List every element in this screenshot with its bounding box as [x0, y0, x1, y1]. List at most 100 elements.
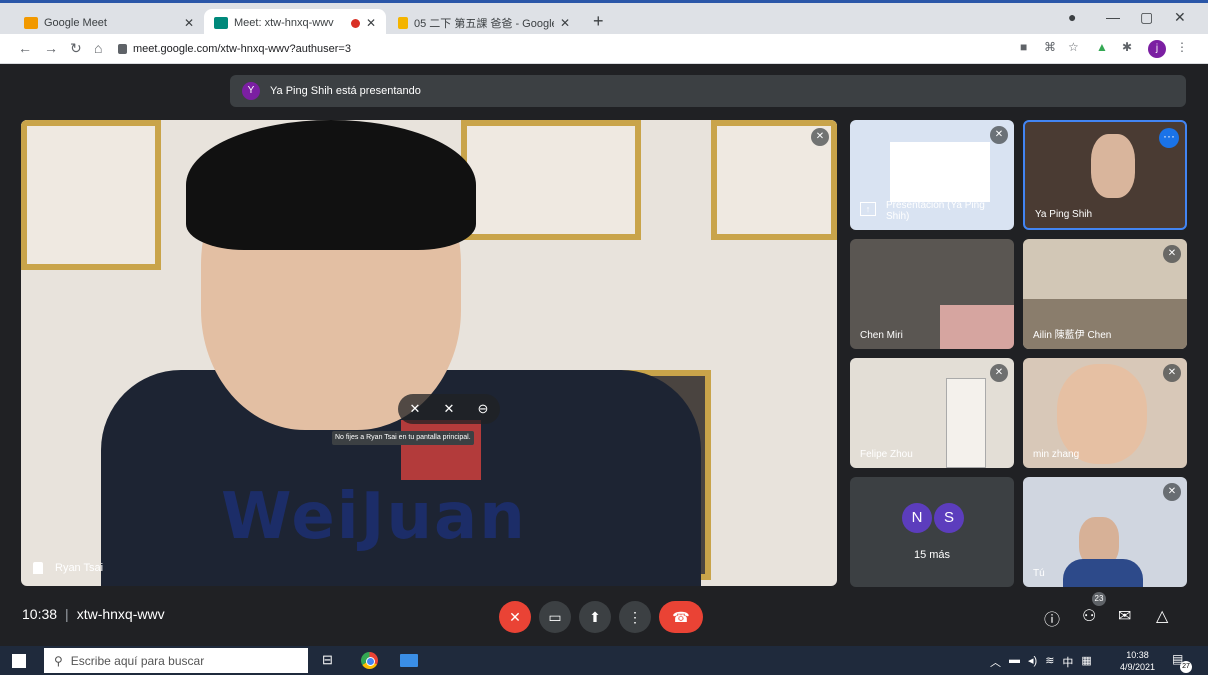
- more-options-button[interactable]: ⋮: [619, 601, 651, 633]
- taskbar-search-box[interactable]: ⚲ Escribe aquí para buscar: [44, 648, 308, 673]
- participant-avatar: N: [902, 503, 932, 533]
- bookmark-star-icon[interactable]: ☆: [1068, 40, 1079, 54]
- main-video-tile[interactable]: WeiJuan ✕ ✕ ✕ ⊖ No fijes a Ryan Tsai en …: [21, 120, 837, 586]
- tile-self-view[interactable]: ✕ Tú: [1023, 477, 1187, 587]
- people-icon[interactable]: ⚇: [1082, 606, 1096, 626]
- participant-face: [1091, 134, 1135, 198]
- close-tab-icon[interactable]: ✕: [366, 16, 376, 30]
- tab-label: 05 二下 第五課 爸爸 - Google Jam: [414, 18, 554, 30]
- unpin-tooltip: No fijes a Ryan Tsai en tu pantalla prin…: [332, 431, 474, 445]
- ime-indicator[interactable]: 中: [1062, 654, 1073, 670]
- unpin-icon[interactable]: ✕: [410, 401, 421, 417]
- meeting-info-icon[interactable]: ⓘ: [1044, 606, 1060, 630]
- close-tab-icon[interactable]: ✕: [184, 16, 194, 30]
- meeting-code: xtw-hnxq-wwv: [76, 606, 165, 622]
- notification-count-badge: 27: [1180, 661, 1192, 673]
- jamboard-favicon-icon: [398, 17, 408, 29]
- tile-name: Chen Miri: [860, 330, 903, 341]
- background-door: [946, 378, 986, 468]
- microphone-off-button[interactable]: ✕: [499, 601, 531, 633]
- pin-icon: [33, 562, 43, 574]
- tray-overflow-icon[interactable]: ︿: [990, 654, 1001, 670]
- tile-ailin-chen[interactable]: ✕ Ailin 陳藍伊 Chen: [1023, 239, 1187, 349]
- tile-name: Tú: [1033, 568, 1045, 579]
- muted-mic-icon: ✕: [1163, 483, 1181, 501]
- present-screen-button[interactable]: ⬆: [579, 601, 611, 633]
- recording-indicator-icon: [350, 18, 360, 28]
- presentation-icon: ↑: [860, 202, 876, 216]
- background-picture-frame: [461, 120, 641, 240]
- address-bar-row: ← → ↻ ⌂ meet.google.com/xtw-hnxq-wwv?aut…: [0, 34, 1208, 64]
- more-options-icon[interactable]: ···: [1159, 128, 1179, 148]
- tab-search-icon[interactable]: ●: [1068, 9, 1076, 25]
- search-placeholder: Escribe aquí para buscar: [70, 653, 205, 668]
- tile-name: Ya Ping Shih: [1035, 209, 1093, 220]
- main-participant-label: Ryan Tsai: [33, 562, 103, 574]
- keyboard-icon[interactable]: ▦: [1081, 654, 1091, 670]
- extensions-puzzle-icon[interactable]: ✱: [1122, 40, 1132, 54]
- task-view-icon[interactable]: ⊟: [322, 652, 333, 668]
- meet-stage: Y Ya Ping Shih está presentando WeiJuan …: [0, 64, 1208, 646]
- meeting-details: 10:38 | xtw-hnxq-wwv: [22, 606, 165, 622]
- home-icon[interactable]: ⌂: [94, 40, 102, 56]
- tile-chen-miri[interactable]: Chen Miri: [850, 239, 1014, 349]
- leave-call-button[interactable]: ☎: [659, 601, 703, 633]
- shirt-text: WeiJuan: [221, 480, 527, 554]
- battery-icon[interactable]: ▬: [1009, 654, 1020, 670]
- volume-icon[interactable]: ◂): [1028, 654, 1037, 670]
- minimize-button[interactable]: —: [1106, 9, 1120, 25]
- url-field[interactable]: meet.google.com/xtw-hnxq-wwv?authuser=3: [118, 38, 998, 60]
- system-tray: ︿ ▬ ◂) ≋ 中 ▦: [990, 654, 1092, 670]
- participant-video: [940, 305, 1014, 349]
- wifi-icon[interactable]: ≋: [1045, 654, 1054, 670]
- slide-thumbnail: [890, 142, 990, 202]
- camera-button[interactable]: ▭: [539, 601, 571, 633]
- participant-avatar: S: [934, 503, 964, 533]
- tile-felipe-zhou[interactable]: ✕ Felipe Zhou: [850, 358, 1014, 468]
- chrome-taskbar-icon[interactable]: [361, 652, 378, 669]
- back-arrow-icon[interactable]: ←: [18, 40, 32, 56]
- participant-hair: [186, 120, 476, 250]
- meet-control-bar: 10:38 | xtw-hnxq-wwv ✕ ▭ ⬆ ⋮ ☎ ⓘ ⚇ ✉ △: [0, 594, 1208, 646]
- activities-icon[interactable]: △: [1156, 606, 1168, 626]
- close-tab-icon[interactable]: ✕: [560, 16, 570, 30]
- translate-icon[interactable]: ⌘: [1044, 40, 1056, 54]
- search-icon: ⚲: [54, 653, 63, 668]
- profile-avatar[interactable]: j: [1148, 40, 1166, 58]
- tile-name: min zhang: [1033, 449, 1080, 460]
- taskbar-clock[interactable]: 10:38 4/9/2021: [1120, 649, 1155, 673]
- muted-mic-icon: ✕: [990, 126, 1008, 144]
- windows-start-icon[interactable]: [12, 654, 26, 668]
- mail-taskbar-icon[interactable]: [400, 654, 418, 667]
- drive-extension-icon[interactable]: ▲: [1096, 40, 1108, 54]
- presenting-banner: Y Ya Ping Shih está presentando: [230, 75, 1186, 107]
- muted-mic-icon: ✕: [1163, 245, 1181, 263]
- chat-icon[interactable]: ✉: [1118, 606, 1131, 626]
- maximize-button[interactable]: ▢: [1140, 9, 1153, 26]
- tile-more-participants[interactable]: N S 15 más: [850, 477, 1014, 587]
- tab-google-jamboard[interactable]: 05 二下 第五課 爸爸 - Google Jam ✕: [388, 9, 580, 37]
- tab-google-meet[interactable]: Google Meet ✕: [14, 9, 204, 37]
- new-tab-button[interactable]: +: [593, 11, 604, 32]
- reload-icon[interactable]: ↻: [70, 40, 82, 57]
- separator: |: [65, 606, 69, 622]
- background-picture-frame: [21, 120, 161, 270]
- camera-in-use-icon[interactable]: ■: [1020, 40, 1027, 54]
- tile-name: Presentación (Ya Ping Shih): [886, 200, 985, 222]
- tile-presentation[interactable]: ✕ ↑ Presentación (Ya Ping Shih): [850, 120, 1014, 230]
- forward-arrow-icon[interactable]: →: [44, 40, 58, 56]
- tile-ya-ping-shih[interactable]: ··· Ya Ping Shih: [1023, 120, 1187, 230]
- muted-mic-icon: ✕: [811, 128, 829, 146]
- browser-menu-icon[interactable]: ⋮: [1176, 40, 1188, 54]
- participant-video: [1023, 299, 1187, 349]
- remove-participant-icon[interactable]: ⊖: [478, 401, 489, 417]
- meet-favicon-icon: [24, 17, 38, 29]
- close-window-button[interactable]: ✕: [1174, 9, 1186, 26]
- tile-min-zhang[interactable]: ✕ min zhang: [1023, 358, 1187, 468]
- presenter-avatar: Y: [242, 82, 260, 100]
- tab-meet-call[interactable]: Meet: xtw-hnxq-wwv ✕: [204, 9, 386, 37]
- lock-icon: [118, 44, 127, 54]
- mute-participant-icon[interactable]: ✕: [444, 401, 455, 417]
- tab-label: Meet: xtw-hnxq-wwv: [234, 17, 334, 29]
- participant-body: [1063, 559, 1143, 587]
